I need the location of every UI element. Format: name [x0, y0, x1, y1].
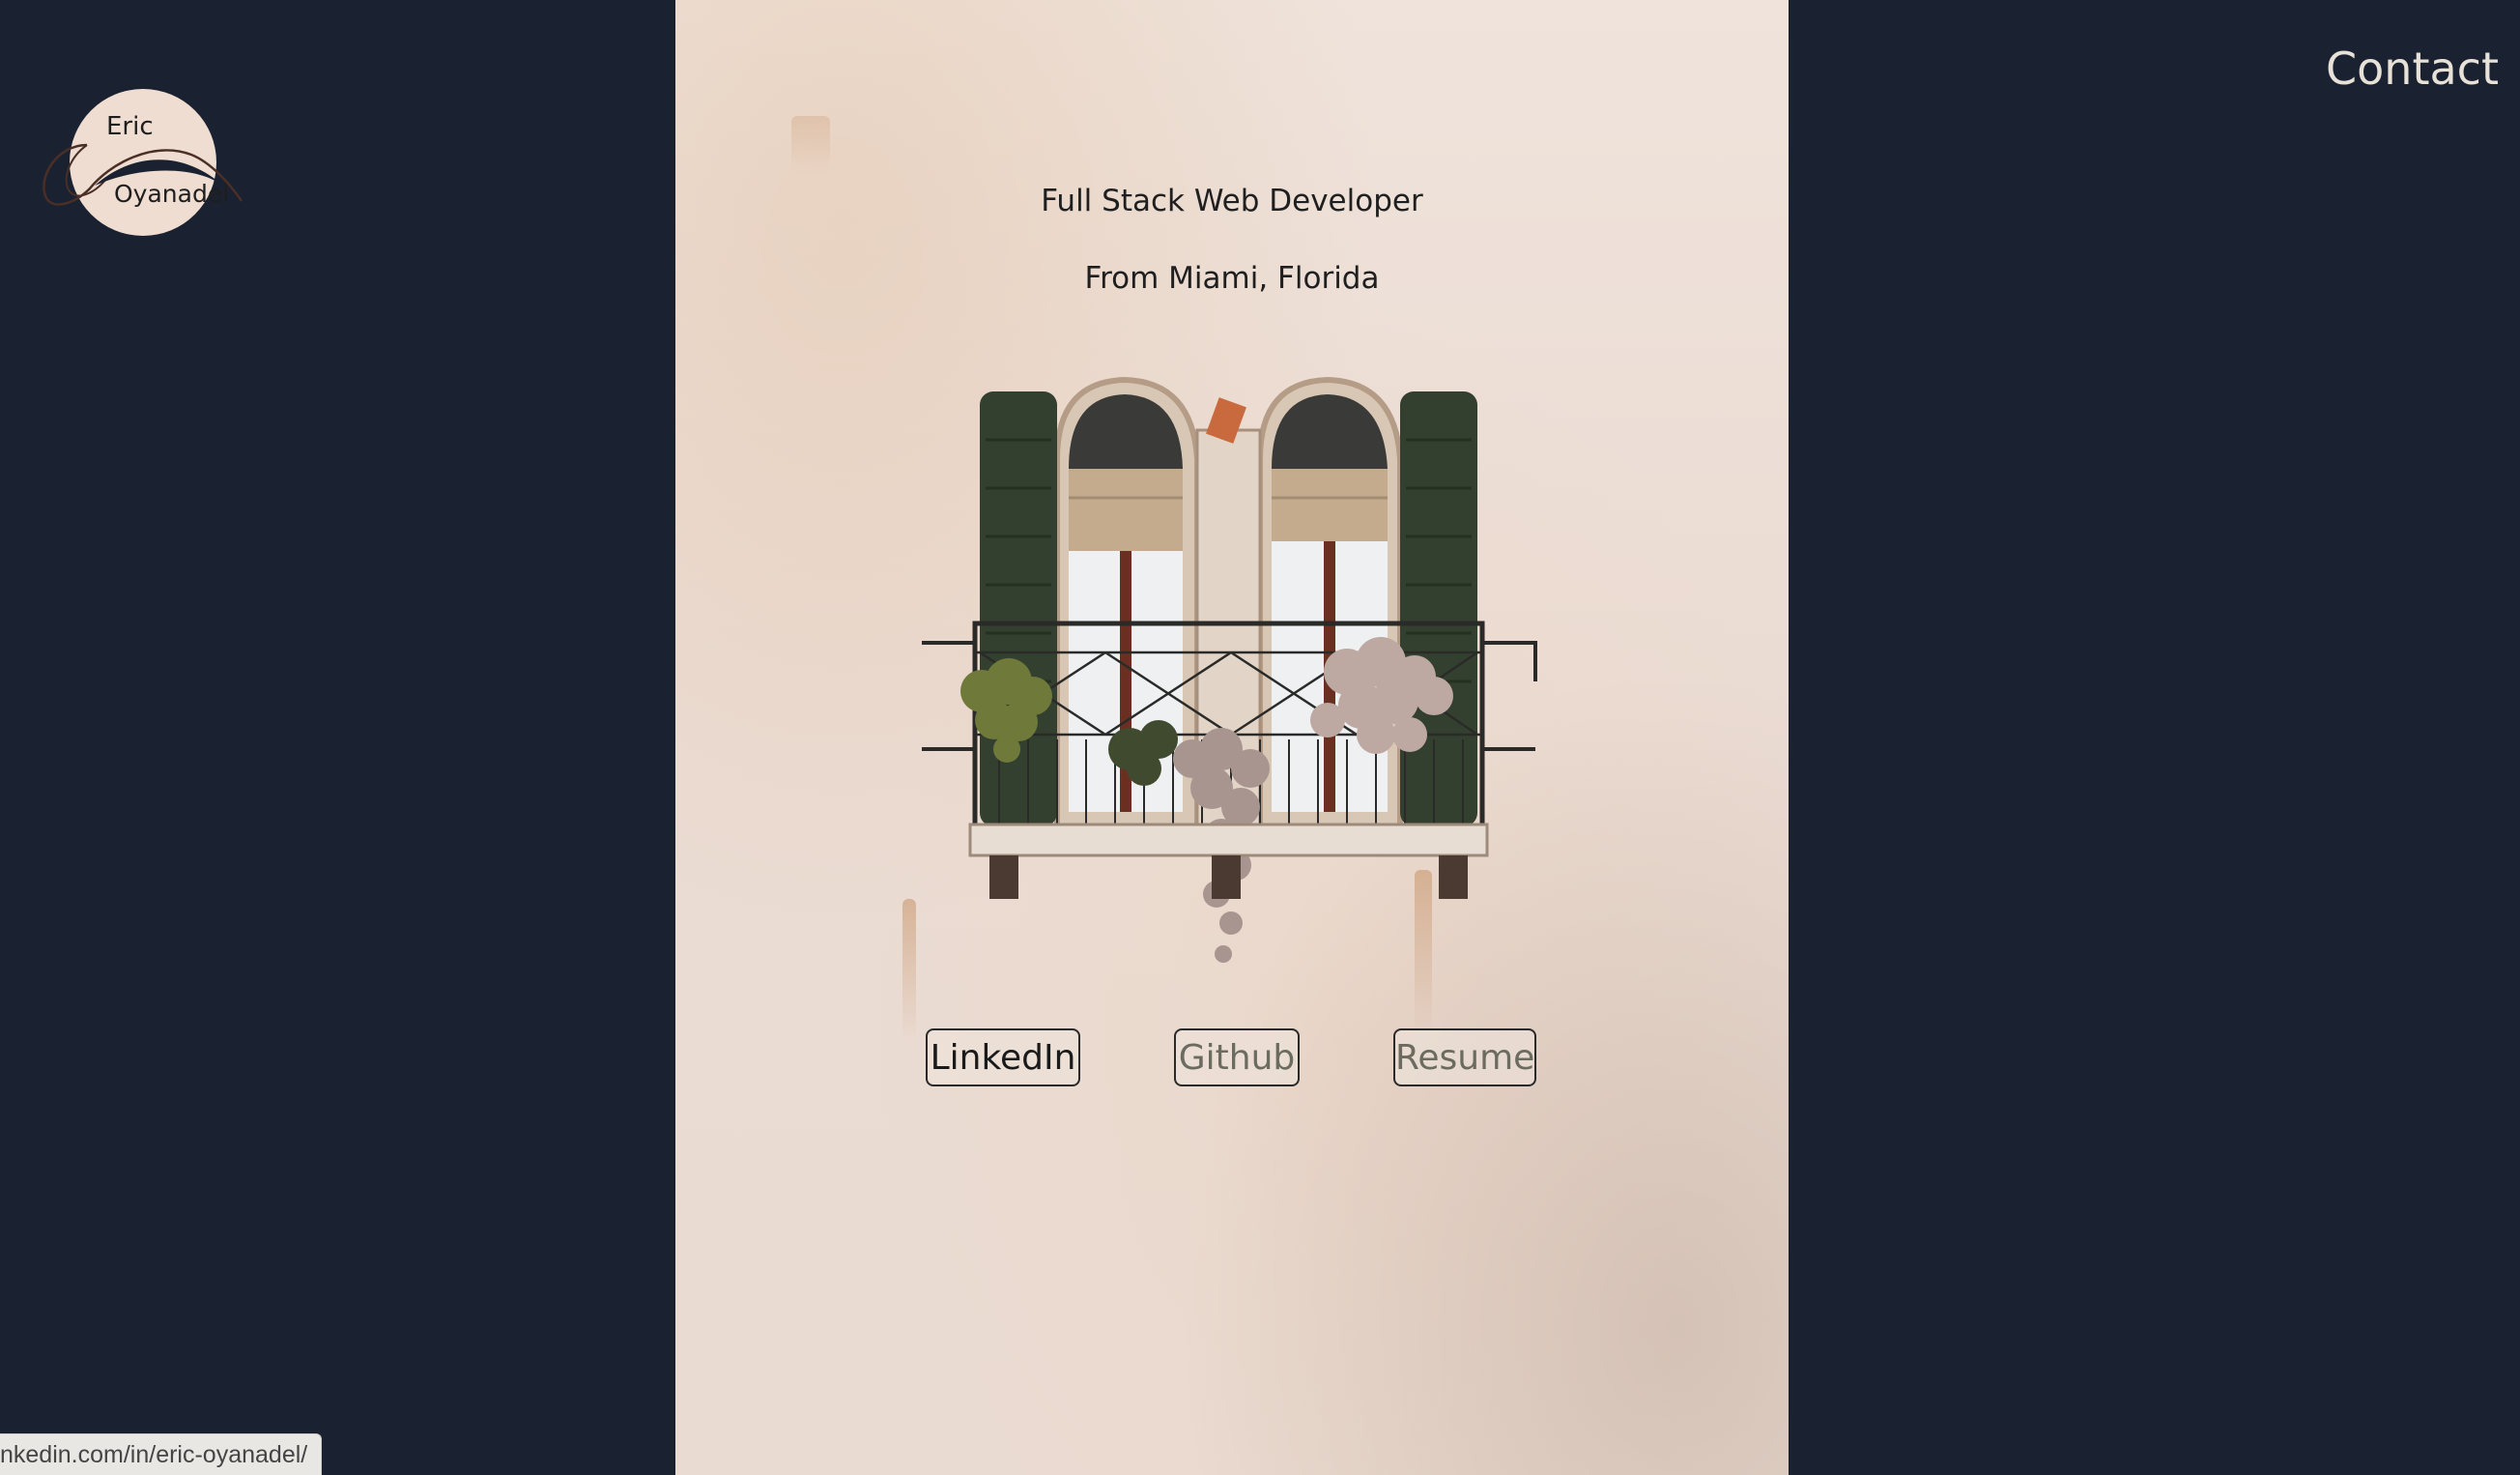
hero-panel: Full Stack Web Developer From Miami, Flo…: [675, 0, 1789, 1475]
logo-last-name: Oyanadel: [114, 180, 230, 208]
page: Eric Oyanadel Contact Full Stack Web Dev…: [0, 0, 2520, 1475]
github-button[interactable]: Github: [1174, 1028, 1300, 1086]
logo-emblem-icon: [43, 89, 243, 236]
wall-stain: [791, 116, 830, 174]
site-logo[interactable]: Eric Oyanadel: [37, 87, 249, 242]
status-bar-url: nkedin.com/in/eric-oyanadel/: [0, 1433, 323, 1475]
wall-stain: [902, 899, 916, 1044]
location-text: From Miami, Florida: [1084, 261, 1380, 296]
balcony-window-image: [922, 376, 1537, 963]
contact-link[interactable]: Contact: [2326, 43, 2499, 95]
logo-first-name: Eric: [106, 112, 154, 141]
job-title: Full Stack Web Developer: [1041, 184, 1423, 218]
linkedin-button[interactable]: LinkedIn: [926, 1028, 1080, 1086]
resume-button[interactable]: Resume: [1393, 1028, 1536, 1086]
